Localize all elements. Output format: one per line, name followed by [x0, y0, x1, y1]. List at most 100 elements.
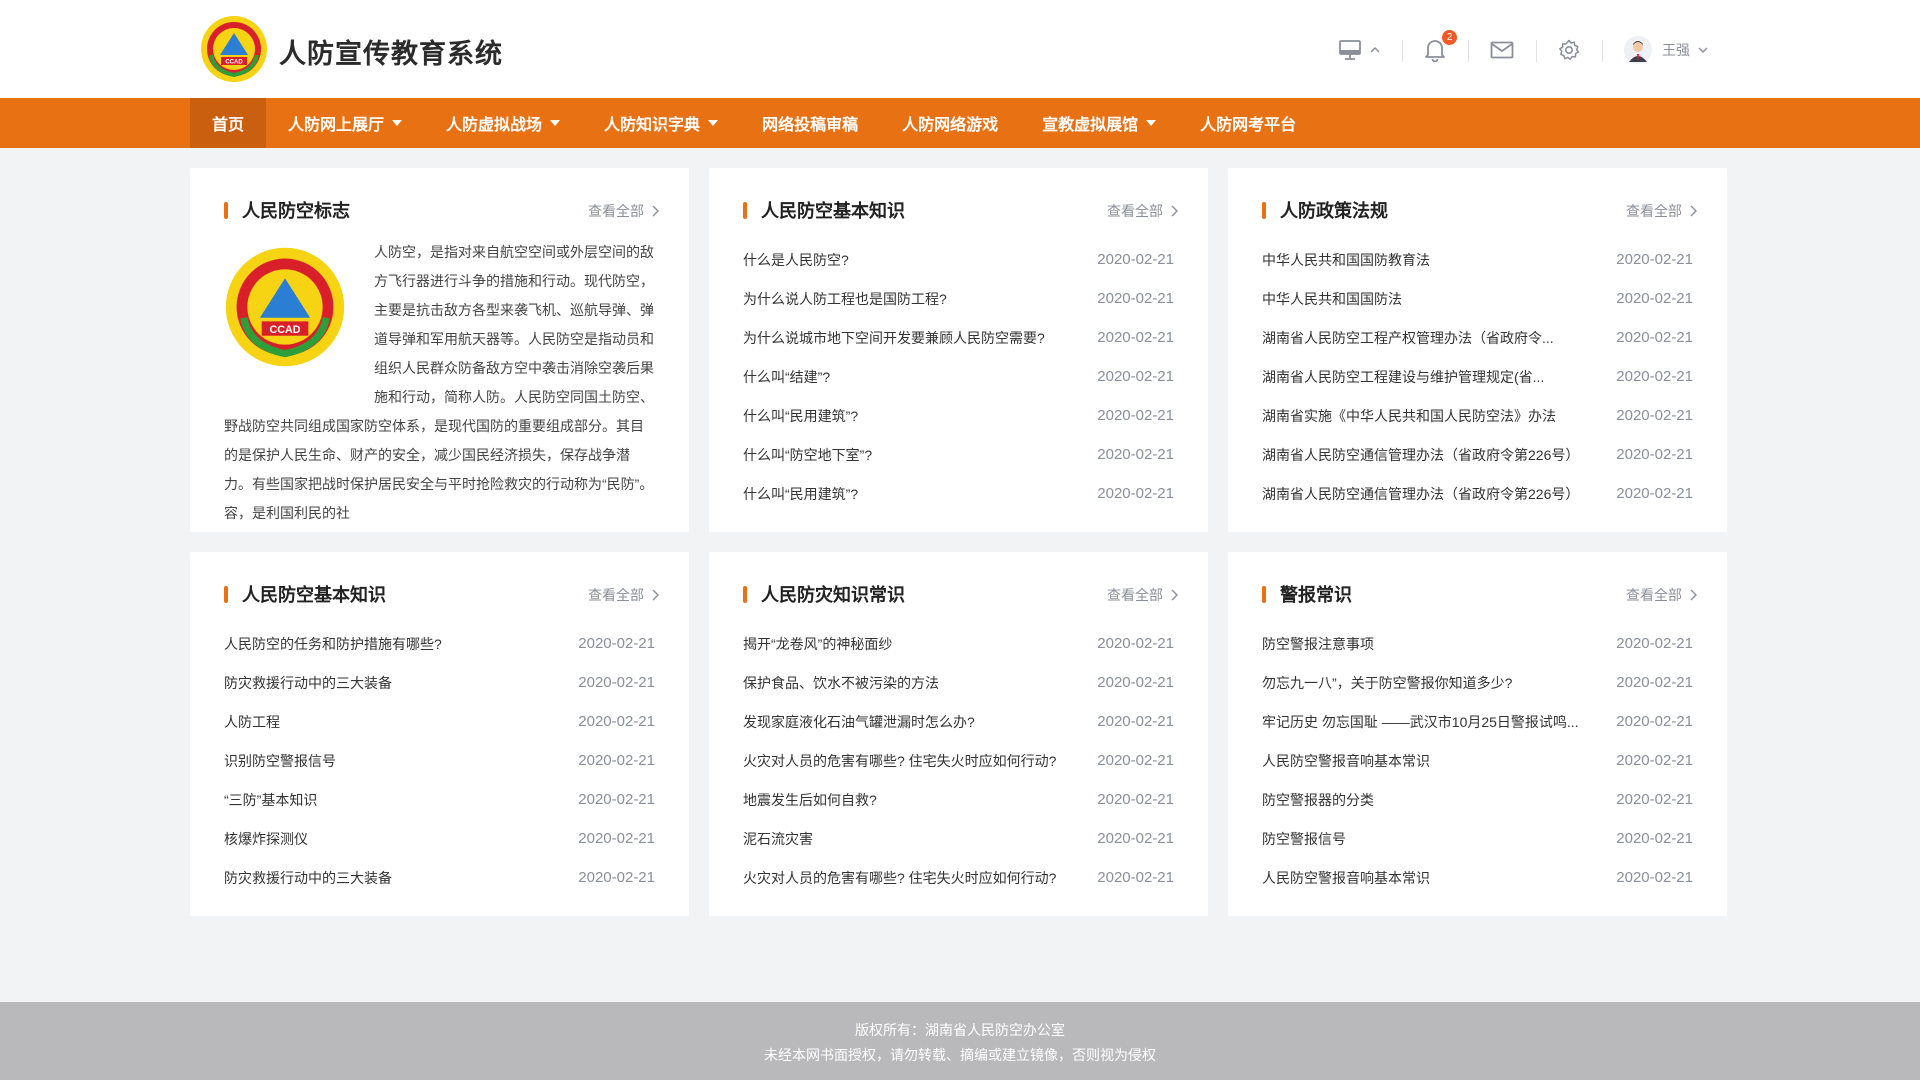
- list-item[interactable]: 牢记历史 勿忘国耻 ——武汉市10月25日警报试鸣... 2020-02-21: [1262, 702, 1693, 741]
- chevron-right-icon: [1171, 589, 1178, 601]
- list-item[interactable]: 防灾救援行动中的三大装备 2020-02-21: [224, 858, 655, 897]
- view-all-link[interactable]: 查看全部: [588, 202, 659, 220]
- title-accent-bar: [224, 202, 228, 219]
- list-item[interactable]: 为什么说城市地下空间开发要兼顾人民防空需要? 2020-02-21: [743, 318, 1174, 357]
- card-title: 人民防空标志: [242, 201, 350, 221]
- list-item[interactable]: 防灾救援行动中的三大装备 2020-02-21: [224, 663, 655, 702]
- nav-item-home[interactable]: 首页: [190, 98, 267, 148]
- list-item[interactable]: 湖南省人民防空通信管理办法（省政府令第226号） 2020-02-21: [1262, 435, 1693, 474]
- card-title: 人防政策法规: [1280, 201, 1388, 221]
- list-item[interactable]: 湖南省实施《中华人民共和国人民防空法》办法 2020-02-21: [1262, 396, 1693, 435]
- list-item[interactable]: 什么叫“民用建筑”? 2020-02-21: [743, 396, 1174, 435]
- card-title: 警报常识: [1280, 585, 1352, 605]
- view-all-link[interactable]: 查看全部: [1626, 586, 1697, 604]
- list-item[interactable]: 勿忘九一八”，关于防空警报你知道多少? 2020-02-21: [1262, 663, 1693, 702]
- card-title: 人民防灾知识常识: [761, 585, 905, 605]
- list-item[interactable]: 中华人民共和国国防教育法 2020-02-21: [1262, 240, 1693, 279]
- list-item[interactable]: 湖南省人民防空工程产权管理办法（省政府令... 2020-02-21: [1262, 318, 1693, 357]
- card-basic-knowledge-2: 人民防空基本知识 查看全部 人民防空的任务和防护措施有哪些? 2020-02-21…: [190, 552, 689, 916]
- list-item[interactable]: 湖南省人民防空通信管理办法（省政府令第226号） 2020-02-21: [1262, 474, 1693, 513]
- avatar: [1624, 36, 1652, 64]
- user-menu[interactable]: 王强: [1602, 28, 1730, 72]
- main-nav: 首页 人防网上展厅 人防虚拟战场 人防知识字典 网络投稿审稿 人防网络游戏 宣教…: [0, 98, 1920, 148]
- copyright-text: 版权所有：湖南省人民防空办公室: [855, 1022, 1065, 1038]
- caret-down-icon: [550, 120, 561, 126]
- list-item[interactable]: 泥石流灾害 2020-02-21: [743, 819, 1174, 858]
- list-item[interactable]: 识别防空警报信号 2020-02-21: [224, 741, 655, 780]
- caret-down-icon: [708, 120, 719, 126]
- notification-badge: 2: [1442, 30, 1457, 45]
- card-disaster-prevention: 人民防灾知识常识 查看全部 揭开“龙卷风”的神秘面纱 2020-02-21 保护食…: [709, 552, 1208, 916]
- list-item[interactable]: 防空警报器的分类 2020-02-21: [1262, 780, 1693, 819]
- caret-down-icon: [392, 120, 403, 126]
- list-item[interactable]: 什么叫“结建”? 2020-02-21: [743, 357, 1174, 396]
- message-button[interactable]: [1468, 28, 1536, 72]
- top-header: CCAD 人防宣传教育系统 2 王强: [0, 0, 1920, 98]
- list-item[interactable]: 防空警报信号 2020-02-21: [1262, 819, 1693, 858]
- emblem-intro-text: 人防空，是指对来自航空空间或外层空间的敌方飞行器进行斗争的措施和行动。现代防空，…: [224, 244, 654, 521]
- chevron-right-icon: [652, 589, 659, 601]
- screen-switch-button[interactable]: [1316, 28, 1402, 72]
- title-accent-bar: [743, 586, 747, 603]
- article-list: 揭开“龙卷风”的神秘面纱 2020-02-21 保护食品、饮水不被污染的方法 202…: [743, 624, 1174, 897]
- site-title: 人防宣传教育系统: [279, 39, 503, 69]
- list-item[interactable]: 人民防空警报音响基本常识 2020-02-21: [1262, 858, 1693, 897]
- list-item[interactable]: 防空警报注意事项 2020-02-21: [1262, 624, 1693, 663]
- page-footer: 版权所有：湖南省人民防空办公室 未经本网书面授权，请勿转载、摘编或建立镜像，否则…: [0, 1002, 1920, 1080]
- user-name: 王强: [1662, 42, 1690, 58]
- nav-item-exam-platform[interactable]: 人防网考平台: [1178, 98, 1318, 148]
- svg-text:CCAD: CCAD: [225, 60, 243, 66]
- header-toolbar: 2 王强: [1316, 28, 1730, 72]
- list-item[interactable]: 中华人民共和国国防法 2020-02-21: [1262, 279, 1693, 318]
- ccad-logo[interactable]: CCAD: [200, 15, 268, 83]
- article-list: 防空警报注意事项 2020-02-21 勿忘九一八”，关于防空警报你知道多少? 20…: [1262, 624, 1693, 897]
- card-alarm-knowledge: 警报常识 查看全部 防空警报注意事项 2020-02-21 勿忘九一八”，关于防空…: [1228, 552, 1727, 916]
- view-all-link[interactable]: 查看全部: [1107, 202, 1178, 220]
- list-item[interactable]: 保护食品、饮水不被污染的方法 2020-02-21: [743, 663, 1174, 702]
- view-all-link[interactable]: 查看全部: [1626, 202, 1697, 220]
- title-accent-bar: [1262, 202, 1266, 219]
- chevron-right-icon: [1690, 589, 1697, 601]
- mail-icon: [1490, 41, 1514, 59]
- list-item[interactable]: 地震发生后如何自救? 2020-02-21: [743, 780, 1174, 819]
- article-list: 中华人民共和国国防教育法 2020-02-21 中华人民共和国国防法 2020-02…: [1262, 240, 1693, 513]
- list-item[interactable]: 为什么说人防工程也是国防工程? 2020-02-21: [743, 279, 1174, 318]
- list-item[interactable]: 发现家庭液化石油气罐泄漏时怎么办? 2020-02-21: [743, 702, 1174, 741]
- nav-item-virtual-museum[interactable]: 宣教虚拟展馆: [1020, 98, 1178, 148]
- gear-icon: [1559, 39, 1580, 61]
- list-item[interactable]: 什么叫“民用建筑”? 2020-02-21: [743, 474, 1174, 513]
- chevron-right-icon: [1690, 205, 1697, 217]
- list-item[interactable]: 湖南省人民防空工程建设与维护管理规定(省... 2020-02-21: [1262, 357, 1693, 396]
- chevron-right-icon: [652, 205, 659, 217]
- card-basic-knowledge: 人民防空基本知识 查看全部 什么是人民防空? 2020-02-21 为什么说人防工…: [709, 168, 1208, 532]
- list-item[interactable]: 人民防空警报音响基本常识 2020-02-21: [1262, 741, 1693, 780]
- notification-button[interactable]: 2: [1402, 28, 1468, 72]
- nav-item-online-games[interactable]: 人防网络游戏: [880, 98, 1020, 148]
- list-item[interactable]: 人防工程 2020-02-21: [224, 702, 655, 741]
- chevron-up-icon: [1370, 47, 1380, 53]
- list-item[interactable]: 火灾对人员的危害有哪些? 住宅失火时应如何行动? 2020-02-21: [743, 858, 1174, 897]
- card-civil-defense-emblem: 人民防空标志 查看全部 CCAD 人防空，是指对来自航空空间或外层空间的敌方飞行…: [190, 168, 689, 532]
- list-item[interactable]: 揭开“龙卷风”的神秘面纱 2020-02-21: [743, 624, 1174, 663]
- list-item[interactable]: 什么叫“防空地下室”? 2020-02-21: [743, 435, 1174, 474]
- title-accent-bar: [1262, 586, 1266, 603]
- list-item[interactable]: 核爆炸探测仪 2020-02-21: [224, 819, 655, 858]
- article-list: 人民防空的任务和防护措施有哪些? 2020-02-21 防灾救援行动中的三大装备 2…: [224, 624, 655, 897]
- card-title: 人民防空基本知识: [242, 585, 386, 605]
- settings-button[interactable]: [1536, 28, 1602, 72]
- nav-item-online-exhibition[interactable]: 人防网上展厅: [266, 98, 424, 148]
- title-accent-bar: [224, 586, 228, 603]
- copyright-notice: 未经本网书面授权，请勿转载、摘编或建立镜像，否则视为侵权: [764, 1047, 1156, 1063]
- nav-item-submission-review[interactable]: 网络投稿审稿: [740, 98, 880, 148]
- list-item[interactable]: 火灾对人员的危害有哪些? 住宅失火时应如何行动? 2020-02-21: [743, 741, 1174, 780]
- article-list: 什么是人民防空? 2020-02-21 为什么说人防工程也是国防工程? 2020-0…: [743, 240, 1174, 513]
- card-title: 人民防空基本知识: [761, 201, 905, 221]
- list-item[interactable]: 人民防空的任务和防护措施有哪些? 2020-02-21: [224, 624, 655, 663]
- title-accent-bar: [743, 202, 747, 219]
- nav-item-knowledge-dictionary[interactable]: 人防知识字典: [582, 98, 740, 148]
- nav-item-virtual-battlefield[interactable]: 人防虚拟战场: [424, 98, 582, 148]
- list-item[interactable]: 什么是人民防空? 2020-02-21: [743, 240, 1174, 279]
- view-all-link[interactable]: 查看全部: [588, 586, 659, 604]
- list-item[interactable]: “三防”基本知识 2020-02-21: [224, 780, 655, 819]
- view-all-link[interactable]: 查看全部: [1107, 586, 1178, 604]
